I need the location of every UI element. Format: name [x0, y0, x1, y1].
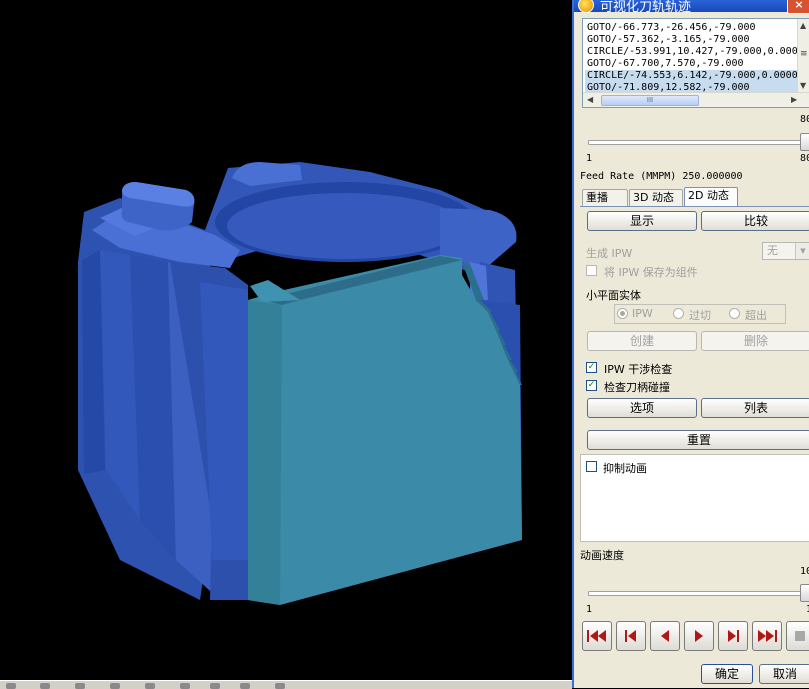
skip-to-end-button[interactable]: [752, 621, 782, 651]
status-icon: [180, 683, 190, 689]
options-button[interactable]: 选项: [587, 398, 697, 418]
list-item[interactable]: GOTO/-57.362,-3.165,-79.000: [587, 34, 750, 46]
play-forward-button[interactable]: [684, 621, 714, 651]
compare-button[interactable]: 比较: [701, 211, 809, 231]
toolpath-visualization-dialog: 可视化刀轨轨迹 × GOTO/-66.773,-26.456,-79.000 G…: [572, 0, 809, 688]
generate-ipw-select[interactable]: 无 ▼: [762, 242, 809, 260]
close-button[interactable]: ×: [787, 0, 809, 14]
holder-collision-label: 检查刀柄碰撞: [604, 381, 670, 394]
horizontal-scrollbar[interactable]: ◀ III ▶: [583, 92, 809, 107]
dialog-titlebar[interactable]: 可视化刀轨轨迹 ×: [574, 0, 809, 15]
status-icon: [145, 683, 155, 689]
feed-rate-label: Feed Rate (MMPM) 250.000000: [580, 171, 743, 182]
radio-ipw-label: IPW: [632, 307, 653, 320]
list-item-selected[interactable]: CIRCLE/-74.553,6.142,-79.000,0.00000: [585, 70, 809, 82]
tab-replay[interactable]: 重播: [582, 189, 628, 206]
step-slider-track[interactable]: [588, 140, 809, 145]
scroll-up-icon[interactable]: ▲: [800, 21, 806, 30]
ipw-collision-label: IPW 干涉检查: [604, 363, 673, 376]
radio-excess[interactable]: [729, 308, 740, 319]
status-icon: [240, 683, 250, 689]
tab-3d-dynamic[interactable]: 3D 动态: [629, 189, 683, 206]
scroll-down-icon[interactable]: ▼: [800, 81, 806, 90]
display-button[interactable]: 显示: [587, 211, 697, 231]
play-reverse-button[interactable]: [650, 621, 680, 651]
step-back-icon: [625, 630, 636, 642]
skip-to-end-icon: [758, 630, 777, 642]
skip-to-start-icon: [587, 630, 606, 642]
radio-overcut[interactable]: [673, 308, 684, 319]
delete-button[interactable]: 删除: [701, 331, 809, 351]
suppress-animation-checkbox[interactable]: [586, 461, 597, 472]
tab-divider: [580, 206, 809, 207]
step-slider-min: 1: [586, 153, 593, 164]
scroll-left-icon[interactable]: ◀: [587, 95, 593, 104]
part-model-3d: [78, 162, 522, 605]
status-icon: [210, 683, 220, 689]
list-item[interactable]: CIRCLE/-53.991,10.427,-79.000,0.0000: [587, 46, 804, 58]
radio-excess-label: 超出: [745, 309, 767, 322]
chevron-down-icon[interactable]: ▼: [795, 243, 809, 259]
graphics-viewport[interactable]: [0, 0, 572, 688]
play-reverse-icon: [661, 630, 669, 642]
toolpath-listbox[interactable]: GOTO/-66.773,-26.456,-79.000 GOTO/-57.36…: [582, 18, 809, 108]
speed-slider-thumb[interactable]: [800, 584, 809, 602]
list-item[interactable]: GOTO/-66.773,-26.456,-79.000: [587, 22, 756, 34]
status-icon: [110, 683, 120, 689]
stop-icon: [795, 631, 805, 641]
status-icon: [75, 683, 85, 689]
step-slider-value: 80: [800, 114, 809, 125]
ok-button[interactable]: 确定: [701, 664, 753, 684]
speed-slider-value: 10: [800, 566, 809, 577]
dialog-title: 可视化刀轨轨迹: [600, 0, 692, 15]
step-slider-max: 80: [800, 153, 809, 164]
cancel-button[interactable]: 取消: [759, 664, 809, 684]
list-button[interactable]: 列表: [701, 398, 809, 418]
animation-speed-label: 动画速度: [580, 549, 624, 562]
status-icon: [275, 683, 285, 689]
suppress-animation-label: 抑制动画: [603, 462, 647, 475]
tab-2d-dynamic[interactable]: 2D 动态: [684, 187, 738, 207]
save-ipw-label: 将 IPW 保存为组件: [604, 266, 698, 279]
app-icon: [578, 0, 594, 13]
skip-to-start-button[interactable]: [582, 621, 612, 651]
scroll-grip-icon[interactable]: ≡: [800, 49, 808, 59]
generate-ipw-value: 无: [767, 244, 778, 257]
save-ipw-checkbox[interactable]: [586, 265, 597, 276]
status-icon: [40, 683, 50, 689]
status-icon: [6, 683, 16, 689]
stop-button[interactable]: [786, 621, 809, 651]
step-slider-thumb[interactable]: [800, 133, 809, 151]
holder-collision-checkbox[interactable]: ✓: [586, 380, 597, 391]
animation-options-area: 抑制动画: [580, 454, 809, 542]
step-back-button[interactable]: [616, 621, 646, 651]
facet-group-label: 小平面实体: [586, 289, 641, 302]
create-button[interactable]: 创建: [587, 331, 697, 351]
scroll-right-icon[interactable]: ▶: [791, 95, 797, 104]
step-forward-button[interactable]: [718, 621, 748, 651]
generate-ipw-label: 生成 IPW: [586, 247, 633, 260]
list-item[interactable]: GOTO/-67.700,7.570,-79.000: [587, 58, 744, 70]
speed-slider-track[interactable]: [588, 591, 809, 596]
step-forward-icon: [728, 630, 739, 642]
scroll-thumb[interactable]: III: [601, 95, 699, 106]
radio-ipw[interactable]: [617, 308, 628, 319]
ipw-collision-checkbox[interactable]: ✓: [586, 362, 597, 373]
vertical-scrollbar[interactable]: ▲ ≡ ▼: [797, 19, 809, 95]
play-forward-icon: [695, 630, 703, 642]
speed-slider-min: 1: [586, 604, 593, 615]
radio-overcut-label: 过切: [689, 309, 711, 322]
reset-button[interactable]: 重置: [587, 430, 809, 450]
